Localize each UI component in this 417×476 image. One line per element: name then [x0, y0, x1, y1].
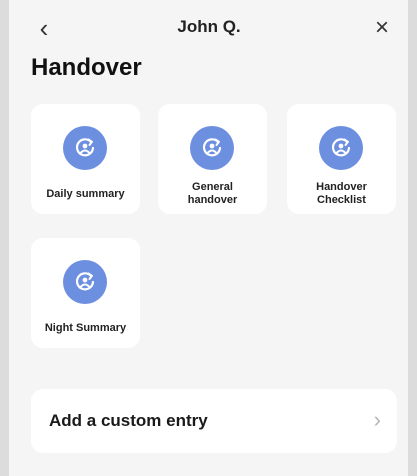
tile-label: Night Summary [44, 322, 127, 334]
patient-name-title: John Q. [177, 17, 241, 36]
refresh-person-icon [63, 126, 107, 170]
page-title: Handover [31, 54, 142, 81]
back-button[interactable]: ‹ [31, 13, 57, 43]
tile-label: Daily summary [46, 188, 125, 200]
add-custom-entry-button[interactable]: Add a custom entry › [31, 389, 397, 453]
close-button[interactable]: × [367, 13, 397, 43]
tile-general-handover[interactable]: General handover [158, 104, 267, 214]
tile-label: Handover Checklist [316, 181, 367, 206]
tile-daily-summary[interactable]: Daily summary [31, 104, 140, 214]
tile-handover-checklist[interactable]: Handover Checklist [287, 104, 396, 214]
refresh-person-icon [190, 126, 234, 170]
tile-label: General handover [187, 181, 238, 206]
chevron-right-icon: › [373, 407, 381, 432]
top-bar: ‹ John Q. × [9, 0, 408, 56]
refresh-person-icon [63, 260, 107, 304]
close-icon: × [374, 14, 389, 41]
chevron-left-icon: ‹ [39, 12, 49, 43]
refresh-person-icon [319, 126, 363, 170]
app-screen: ‹ John Q. × Handover Daily summary Gener… [9, 0, 408, 476]
custom-entry-label: Add a custom entry [49, 411, 208, 430]
tile-night-summary[interactable]: Night Summary [31, 238, 140, 348]
